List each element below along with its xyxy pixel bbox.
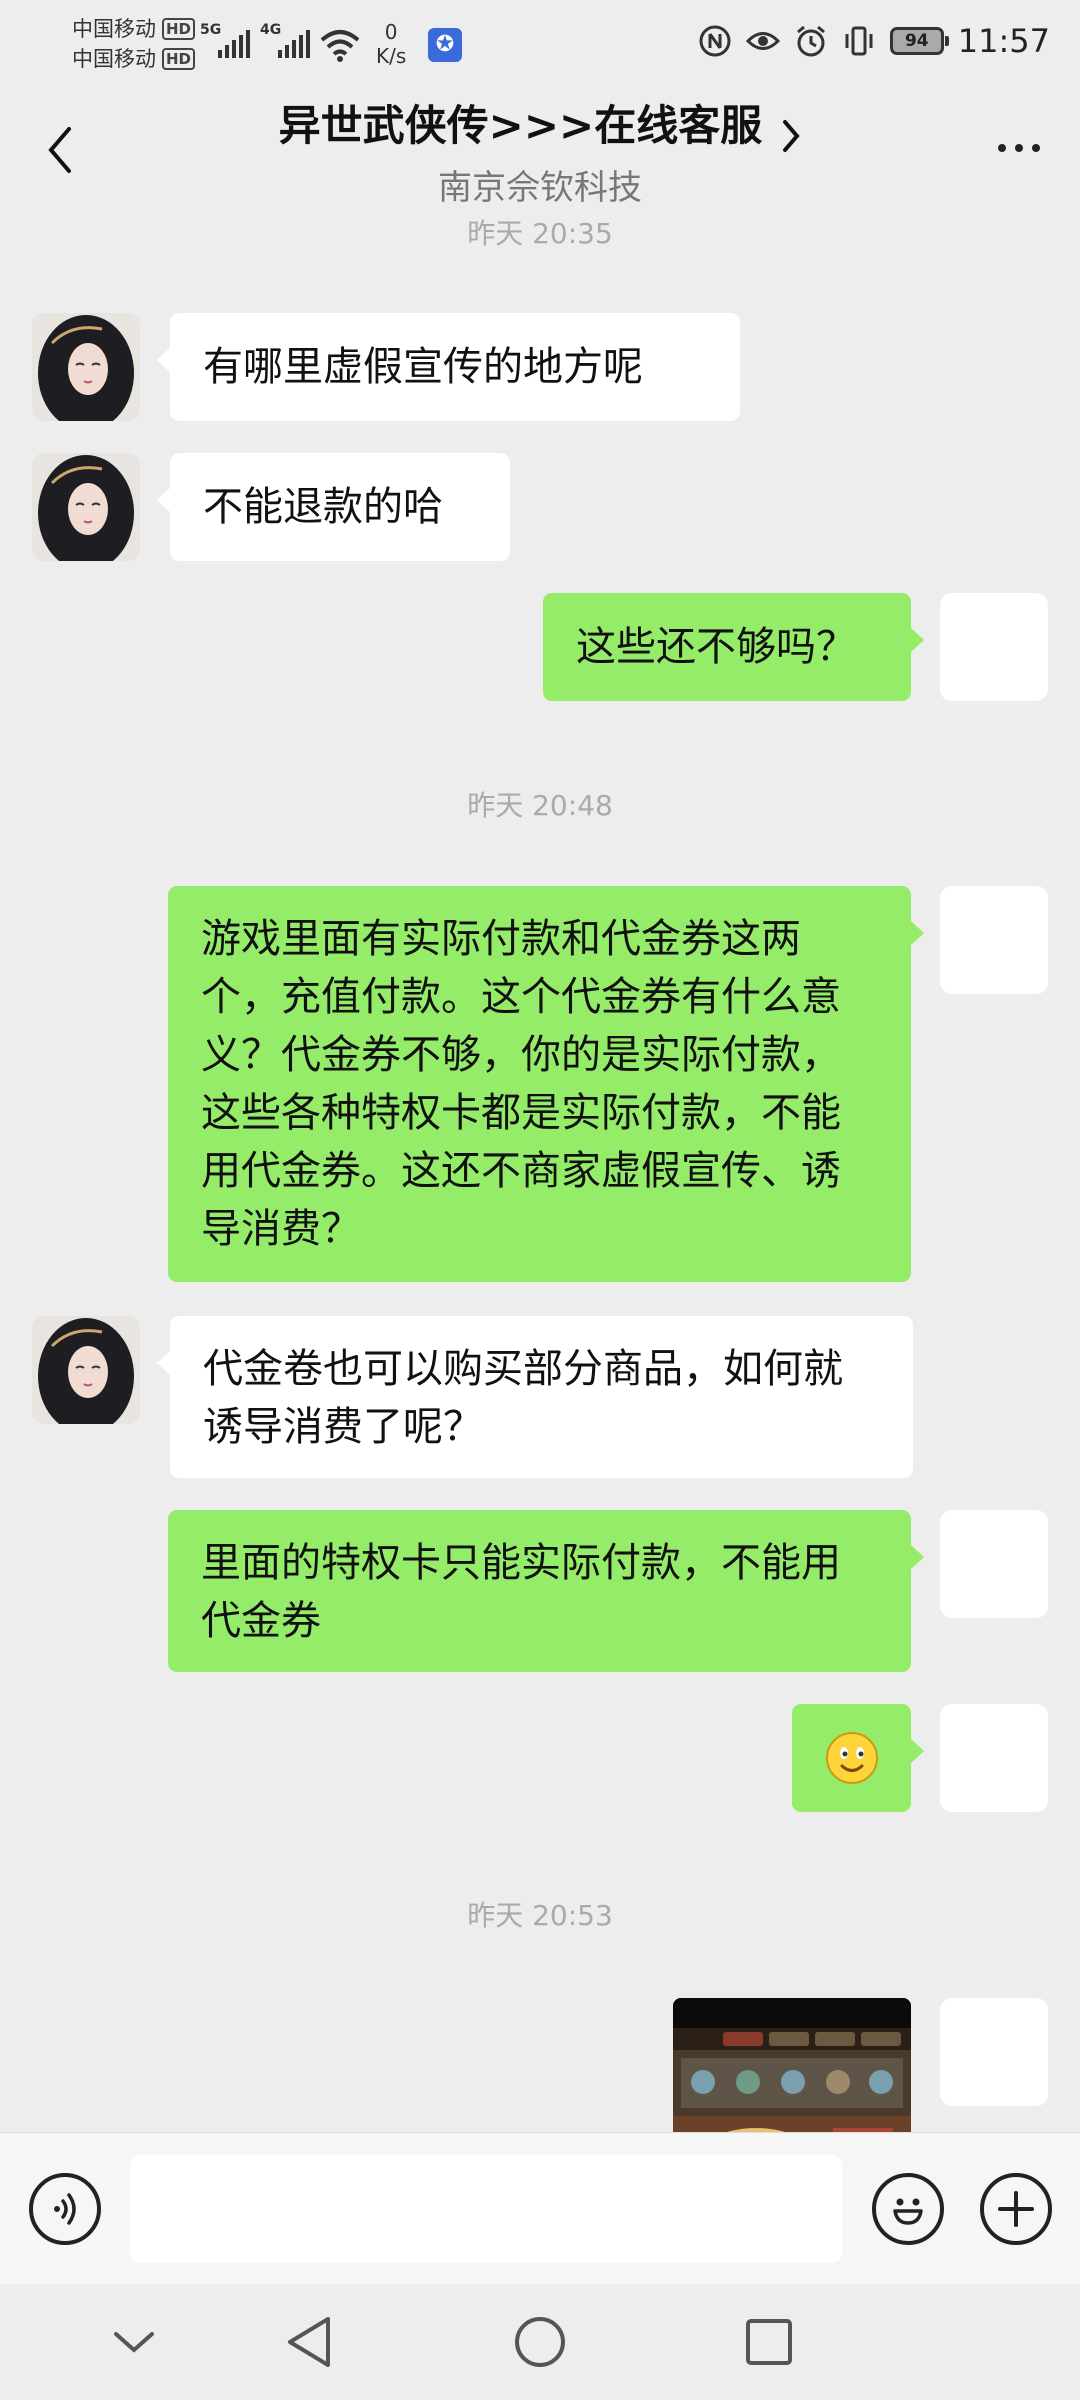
agent-avatar[interactable] <box>32 1316 140 1424</box>
dot <box>1032 144 1040 152</box>
status-bar: 中国移动 HD 中国移动 HD 5G 4G 0 K/s ✪ 94 11:57 <box>0 0 1080 90</box>
clock: 11:57 <box>957 22 1050 60</box>
smile-emoji-icon <box>825 1732 878 1784</box>
emoji-icon <box>893 2198 923 2225</box>
chat-title: 异世武侠传>>>在线客服 <box>278 101 763 150</box>
chat-title-link[interactable]: 异世武侠传>>>在线客服 <box>0 92 1080 154</box>
app-notification-icon: ✪ <box>428 28 462 62</box>
eye-icon <box>745 32 780 50</box>
carrier-2: 中国移动 <box>72 47 156 71</box>
message-bubble-outgoing-emoji[interactable] <box>792 1704 924 1812</box>
emoji-button[interactable] <box>872 2173 944 2245</box>
recents-square-icon <box>746 2319 792 2365</box>
message-bubble-incoming[interactable]: 有哪里虚假宣传的地方呢 <box>157 313 740 421</box>
nfc-icon <box>699 25 731 57</box>
timestamp: 昨天 20:48 <box>467 789 613 822</box>
network-speed: 0 K/s <box>376 20 407 68</box>
battery-icon: 94 <box>889 27 949 55</box>
alarm-icon <box>796 25 825 57</box>
message-bubble-outgoing[interactable]: 这些还不够吗？ <box>543 593 924 701</box>
image-message[interactable] <box>673 1998 911 2132</box>
status-icons: 94 11:57 <box>698 22 1050 60</box>
vibrate-icon <box>845 26 873 56</box>
carrier-info: 中国移动 HD 中国移动 HD <box>72 14 196 74</box>
timestamp: 昨天 20:35 <box>467 218 613 250</box>
carrier-1: 中国移动 <box>72 17 156 41</box>
chat-message-list[interactable]: 昨天 20:35 有哪里虚假宣传的地方呢 不能退款的哈 这些还不够吗？ 昨天 2… <box>0 218 1080 2132</box>
message-bubble-outgoing[interactable]: 游戏里面有实际付款和代金券这两个，充值付款。这个代金券有什么意义？代金券不够，你… <box>168 886 924 1282</box>
message-bubble-incoming[interactable]: 不能退款的哈 <box>157 453 510 561</box>
dot <box>1015 144 1023 152</box>
hd-badge: HD <box>162 48 196 70</box>
wifi-icon <box>320 30 360 62</box>
more-options-button[interactable] <box>984 128 1054 168</box>
hide-keyboard-icon <box>114 2332 154 2353</box>
input-bar <box>0 2132 1080 2285</box>
nav-home-button[interactable] <box>510 2312 570 2372</box>
agent-avatar[interactable] <box>32 453 140 561</box>
message-input[interactable] <box>130 2155 842 2263</box>
back-triangle-icon <box>288 2317 330 2367</box>
message-bubble-incoming[interactable]: 代金卷也可以购买部分商品，如何就诱导消费了呢？ <box>157 1316 913 1478</box>
chat-subtitle: 南京佘钦科技 <box>438 168 642 208</box>
signal-5g-icon: 5G <box>200 22 250 62</box>
timestamp: 昨天 20:53 <box>467 1899 613 1932</box>
user-avatar[interactable] <box>940 1998 1048 2106</box>
hd-badge: HD <box>162 18 196 40</box>
hide-keyboard-button[interactable] <box>104 2312 164 2372</box>
agent-avatar[interactable] <box>32 313 140 421</box>
voice-mode-icon <box>54 2193 76 2225</box>
network-indicators: 5G 4G <box>200 22 360 62</box>
user-avatar[interactable] <box>940 593 1048 701</box>
user-avatar[interactable] <box>940 1510 1048 1618</box>
plus-icon <box>998 2191 1034 2227</box>
signal-4g-icon: 4G <box>260 22 310 62</box>
dot <box>998 144 1006 152</box>
more-functions-button[interactable] <box>980 2173 1052 2245</box>
user-avatar[interactable] <box>940 1704 1048 1812</box>
home-circle-icon <box>515 2317 565 2367</box>
chevron-right-icon <box>783 119 800 152</box>
user-avatar[interactable] <box>940 886 1048 994</box>
message-bubble-outgoing[interactable]: 里面的特权卡只能实际付款，不能用代金券 <box>168 1510 924 1672</box>
voice-mode-button[interactable] <box>29 2173 101 2245</box>
system-nav-bar <box>0 2284 1080 2400</box>
nav-back-button[interactable] <box>279 2312 339 2372</box>
chat-header: 异世武侠传>>>在线客服 南京佘钦科技 <box>0 90 1080 218</box>
nav-recents-button[interactable] <box>739 2312 799 2372</box>
